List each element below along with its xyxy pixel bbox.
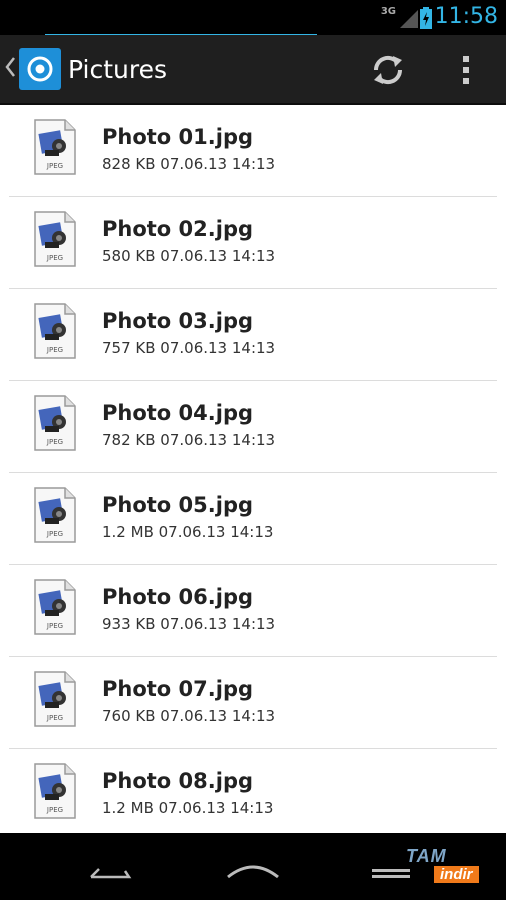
- page-title: Pictures: [68, 55, 167, 84]
- clock: 11:58: [434, 4, 498, 29]
- jpeg-file-icon: JPEG: [34, 119, 76, 175]
- home-icon[interactable]: [224, 851, 282, 881]
- list-item[interactable]: JPEG Photo 04.jpg 782 KB 07.06.13 14:13: [9, 381, 497, 473]
- file-name: Photo 02.jpg: [102, 217, 254, 241]
- list-item[interactable]: JPEG Photo 07.jpg 760 KB 07.06.13 14:13: [9, 657, 497, 749]
- watermark-logo: TAM indir: [406, 846, 496, 888]
- file-list: JPEG Photo 01.jpg 828 KB 07.06.13 14:13 …: [0, 105, 506, 841]
- file-meta: 828 KB 07.06.13 14:13: [102, 155, 276, 173]
- file-meta: 782 KB 07.06.13 14:13: [102, 431, 276, 449]
- jpeg-file-icon: JPEG: [34, 671, 76, 727]
- app-icon[interactable]: [19, 48, 61, 90]
- list-item[interactable]: JPEG Photo 05.jpg 1.2 MB 07.06.13 14:13: [9, 473, 497, 565]
- overflow-menu-button[interactable]: [455, 50, 477, 90]
- svg-text:JPEG: JPEG: [46, 254, 63, 262]
- list-item[interactable]: JPEG Photo 01.jpg 828 KB 07.06.13 14:13: [9, 105, 497, 197]
- file-meta: 933 KB 07.06.13 14:13: [102, 615, 276, 633]
- overflow-menu-icon: [463, 56, 469, 84]
- file-name: Photo 05.jpg: [102, 493, 254, 517]
- list-item[interactable]: JPEG Photo 02.jpg 580 KB 07.06.13 14:13: [9, 197, 497, 289]
- file-name: Photo 01.jpg: [102, 125, 254, 149]
- file-meta: 580 KB 07.06.13 14:13: [102, 247, 276, 265]
- jpeg-file-icon: JPEG: [34, 579, 76, 635]
- chevron-left-icon[interactable]: [4, 55, 16, 79]
- svg-text:JPEG: JPEG: [46, 622, 63, 630]
- svg-text:JPEG: JPEG: [46, 438, 63, 446]
- svg-text:JPEG: JPEG: [46, 162, 63, 170]
- svg-text:JPEG: JPEG: [46, 714, 63, 722]
- file-name: Photo 08.jpg: [102, 769, 254, 793]
- watermark-top-text: TAM: [406, 846, 447, 866]
- target-icon: [27, 56, 53, 82]
- file-name: Photo 07.jpg: [102, 677, 254, 701]
- file-meta: 760 KB 07.06.13 14:13: [102, 707, 276, 725]
- back-icon[interactable]: [85, 851, 135, 881]
- status-bar: 3G 11:58: [0, 0, 506, 35]
- jpeg-file-icon: JPEG: [34, 211, 76, 267]
- jpeg-file-icon: JPEG: [34, 395, 76, 451]
- watermark-bottom-text: indir: [434, 866, 479, 883]
- file-name: Photo 04.jpg: [102, 401, 254, 425]
- action-bar: Pictures: [0, 35, 506, 105]
- signal-icon: [400, 10, 418, 28]
- file-meta: 1.2 MB 07.06.13 14:13: [102, 799, 274, 817]
- network-type: 3G: [380, 6, 396, 17]
- navigation-bar: TAM indir: [0, 833, 506, 900]
- jpeg-file-icon: JPEG: [34, 303, 76, 359]
- file-meta: 1.2 MB 07.06.13 14:13: [102, 523, 274, 541]
- battery-charging-icon: [420, 7, 432, 29]
- list-item[interactable]: JPEG Photo 03.jpg 757 KB 07.06.13 14:13: [9, 289, 497, 381]
- refresh-button[interactable]: [368, 50, 408, 90]
- file-meta: 757 KB 07.06.13 14:13: [102, 339, 276, 357]
- svg-text:JPEG: JPEG: [46, 806, 63, 814]
- file-name: Photo 03.jpg: [102, 309, 254, 333]
- list-item[interactable]: JPEG Photo 08.jpg 1.2 MB 07.06.13 14:13: [9, 749, 497, 841]
- jpeg-file-icon: JPEG: [34, 487, 76, 543]
- refresh-icon: [373, 55, 403, 85]
- jpeg-file-icon: JPEG: [34, 763, 76, 819]
- file-name: Photo 06.jpg: [102, 585, 254, 609]
- list-item[interactable]: JPEG Photo 06.jpg 933 KB 07.06.13 14:13: [9, 565, 497, 657]
- svg-text:JPEG: JPEG: [46, 530, 63, 538]
- svg-text:JPEG: JPEG: [46, 346, 63, 354]
